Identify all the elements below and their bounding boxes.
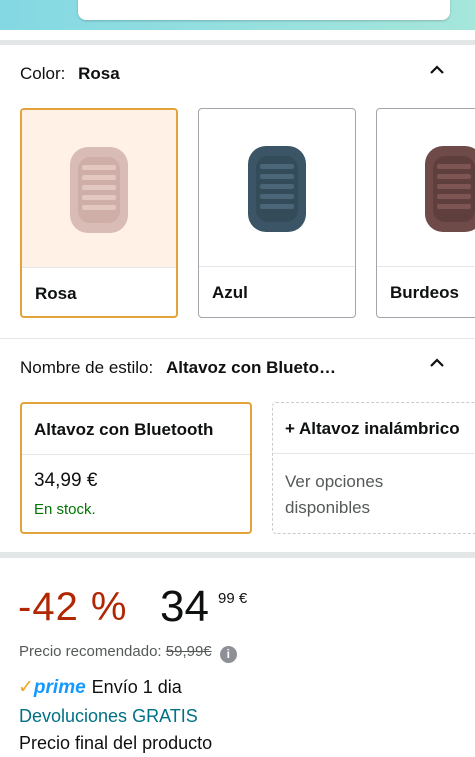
swatch-label: Burdeos (390, 283, 459, 302)
swatch-rosa[interactable]: Rosa (20, 108, 178, 318)
price-whole: 34 (160, 582, 209, 631)
speaker-image (199, 109, 355, 266)
color-key: Color: (20, 64, 66, 83)
style-option-title: Altavoz con Bluetooth (34, 420, 214, 439)
delivery-text: Envío 1 dia (91, 677, 182, 697)
discount-percentage: -42 % (18, 585, 128, 629)
style-label: Nombre de estilo: Altavoz con Blueto… (20, 358, 336, 378)
final-price-text: Precio final del producto (19, 733, 213, 753)
see-options-text: Ver opciones disponibles (285, 472, 384, 517)
style-selected-value: Altavoz con Blueto… (165, 358, 336, 377)
speaker-image (377, 109, 475, 266)
prime-check-icon: ✓ (18, 677, 34, 698)
free-returns-link[interactable]: Devoluciones GRATIS (19, 706, 198, 727)
prime-delivery: ✓prime Envío 1 dia (18, 676, 182, 699)
style-option-price: 34,99 € (34, 470, 98, 491)
color-label: Color: Rosa (20, 64, 120, 84)
section-divider (0, 338, 475, 339)
rrp-label: Precio recomendado: (19, 643, 162, 660)
section-divider (0, 40, 475, 45)
search-box[interactable] (78, 0, 450, 20)
info-icon[interactable]: i (219, 646, 237, 663)
section-divider (0, 552, 475, 558)
price-fraction: 99 € (218, 590, 248, 607)
color-selected-value: Rosa (78, 64, 120, 83)
recommended-price: Precio recomendado: 59,99€ i (19, 643, 237, 663)
swatch-azul[interactable]: Azul (198, 108, 356, 318)
rrp-value: 59,99€ (165, 643, 212, 660)
speaker-image (22, 110, 176, 267)
style-option-title: + Altavoz inalámbrico (285, 419, 460, 438)
swatch-label: Rosa (35, 284, 77, 303)
style-option-inalambrico[interactable]: + Altavoz inalámbrico Ver opciones dispo… (272, 402, 475, 534)
chevron-up-icon[interactable] (429, 62, 445, 78)
swatch-burdeos[interactable]: Burdeos (376, 108, 475, 318)
stock-status: En stock. (34, 501, 96, 518)
style-key: Nombre de estilo: (20, 358, 154, 377)
header-bar (0, 0, 475, 30)
prime-logo: ✓prime (18, 677, 86, 698)
swatch-label: Azul (212, 283, 248, 302)
style-option-bluetooth[interactable]: Altavoz con Bluetooth 34,99 € En stock. (20, 402, 252, 534)
chevron-up-icon[interactable] (429, 355, 445, 371)
